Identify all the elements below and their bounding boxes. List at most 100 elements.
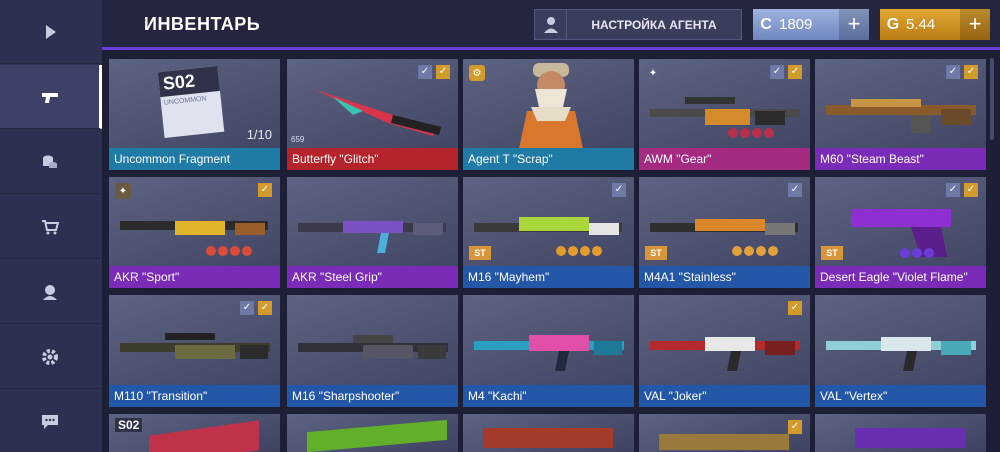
gold-value: 5.44 [906, 16, 936, 33]
rarity-icon: ✦ [115, 183, 131, 199]
agent-image [519, 63, 583, 149]
item-card-m4-kachi[interactable]: M4 "Kachi" [463, 295, 634, 407]
item-label: M110 "Transition" [109, 385, 280, 407]
machine-gun-image [826, 99, 976, 133]
fragment-code: S02 [115, 418, 143, 432]
sidebar-item-settings[interactable] [0, 325, 100, 389]
item-image [483, 428, 613, 448]
stattrack-badge: ST [469, 246, 491, 260]
rifle-image [650, 97, 800, 138]
knife-image [313, 89, 441, 136]
rifle-image [474, 335, 624, 371]
item-label: VAL "Vertex" [815, 385, 986, 407]
item-card-m16-sharpshooter[interactable]: M16 "Sharpshooter" [287, 295, 458, 407]
cart-icon [42, 219, 60, 234]
gold-balance: G 5.44 + [880, 9, 990, 40]
item-card-partial[interactable]: S02 [109, 414, 280, 452]
item-card-partial[interactable] [815, 414, 986, 452]
item-card-m4a1-stainless[interactable]: ✓ ST M4A1 "Stainless" [639, 177, 810, 288]
agent-badge-icon: ⚙ [469, 65, 485, 81]
item-card-partial[interactable]: ✓ [639, 414, 810, 452]
check-icon: ✓ [436, 65, 450, 79]
check-icon: ✓ [788, 420, 802, 434]
check-icon: ✓ [240, 301, 254, 315]
check-icon: ✓ [258, 183, 272, 197]
play-icon [46, 24, 56, 39]
item-stat: 659 [291, 135, 305, 144]
item-card-butterfly-glitch[interactable]: ✓ ✓ 659 Butterfly "Glitch" [287, 59, 458, 170]
check-icon: ✓ [612, 183, 626, 197]
fragment-image: S02 UNCOMMON [157, 66, 225, 138]
stattrack-badge: ST [821, 246, 843, 260]
item-card-m16-mayhem[interactable]: ✓ ST M16 "Mayhem" [463, 177, 634, 288]
item-card-akr-sport[interactable]: ✦ ✓ AKR "Sport" [109, 177, 280, 288]
agent-settings-icon [535, 10, 567, 39]
item-card-uncommon-fragment[interactable]: S02 UNCOMMON 1/10 Uncommon Fragment [109, 59, 280, 170]
fragment-count: 1/10 [246, 127, 272, 142]
rifle-image [650, 219, 798, 256]
coins-icon [43, 155, 57, 168]
check-icon: ✓ [964, 65, 978, 79]
item-card-akr-steel-grip[interactable]: AKR "Steel Grip" [287, 177, 458, 288]
item-image [149, 420, 259, 452]
item-image [659, 434, 789, 450]
rarity-icon: ✦ [645, 65, 661, 81]
rifle-image [650, 337, 800, 371]
item-label: M4 "Kachi" [463, 385, 634, 407]
sidebar-item-shop[interactable] [0, 195, 100, 259]
item-card-m60-steam-beast[interactable]: ✓ ✓ M60 "Steam Beast" [815, 59, 986, 170]
check-icon: ✓ [788, 183, 802, 197]
gun-icon [41, 92, 58, 103]
item-card-m110-transition[interactable]: ✓ ✓ M110 "Transition" [109, 295, 280, 407]
agent-settings-button[interactable]: НАСТРОЙКА АГЕНТА [534, 9, 742, 40]
check-icon: ✓ [946, 65, 960, 79]
sidebar-item-inventory[interactable] [0, 65, 102, 129]
item-label: M4A1 "Stainless" [639, 266, 810, 288]
add-credits-button[interactable]: + [839, 9, 869, 40]
rifle-image [298, 335, 448, 359]
agent-settings-label: НАСТРОЙКА АГЕНТА [591, 17, 717, 32]
agent-icon [43, 284, 57, 300]
item-card-partial[interactable] [287, 414, 458, 452]
rifle-image [474, 217, 622, 256]
item-label: Uncommon Fragment [109, 148, 280, 170]
item-image [307, 419, 447, 452]
item-card-partial[interactable] [463, 414, 634, 452]
scrollbar[interactable] [990, 58, 994, 140]
pistol-image [851, 209, 951, 258]
gear-icon [42, 348, 58, 365]
stattrack-badge: ST [645, 246, 667, 260]
sidebar-item-chat[interactable] [0, 390, 100, 452]
item-card-deagle-violet-flame[interactable]: ✓ ✓ ST Desert Eagle "Violet Flame" [815, 177, 986, 288]
item-label: M16 "Mayhem" [463, 266, 634, 288]
rifle-image [120, 221, 268, 256]
item-card-val-vertex[interactable]: VAL "Vertex" [815, 295, 986, 407]
item-card-awm-gear[interactable]: ✦ ✓ ✓ AWM "Gear" [639, 59, 810, 170]
item-label: Desert Eagle "Violet Flame" [815, 266, 986, 288]
check-icon: ✓ [788, 301, 802, 315]
check-icon: ✓ [964, 183, 978, 197]
item-label: VAL "Joker" [639, 385, 810, 407]
item-label: AKR "Steel Grip" [287, 266, 458, 288]
rifle-image [298, 221, 446, 253]
sidebar-item-coins[interactable] [0, 130, 100, 194]
header: ИНВЕНТАРЬ НАСТРОЙКА АГЕНТА C 1809 + G 5.… [102, 0, 1000, 50]
item-card-agent-scrap[interactable]: ⚙ Agent T "Scrap" [463, 59, 634, 170]
item-label: Agent T "Scrap" [463, 148, 634, 170]
gold-icon: G [886, 15, 900, 33]
check-icon: ✓ [258, 301, 272, 315]
sidebar-item-agent[interactable] [0, 260, 100, 324]
page-title: ИНВЕНТАРЬ [144, 14, 261, 34]
item-label: AWM "Gear" [639, 148, 810, 170]
credits-balance: C 1809 + [753, 9, 869, 40]
check-icon: ✓ [770, 65, 784, 79]
item-card-val-joker[interactable]: ✓ VAL "Joker" [639, 295, 810, 407]
check-icon: ✓ [788, 65, 802, 79]
add-gold-button[interactable]: + [960, 9, 990, 40]
rifle-image [120, 333, 270, 359]
item-label: Butterfly "Glitch" [287, 148, 458, 170]
sidebar-item-play[interactable] [0, 0, 100, 64]
chat-icon [42, 414, 58, 429]
item-label: M60 "Steam Beast" [815, 148, 986, 170]
check-icon: ✓ [418, 65, 432, 79]
